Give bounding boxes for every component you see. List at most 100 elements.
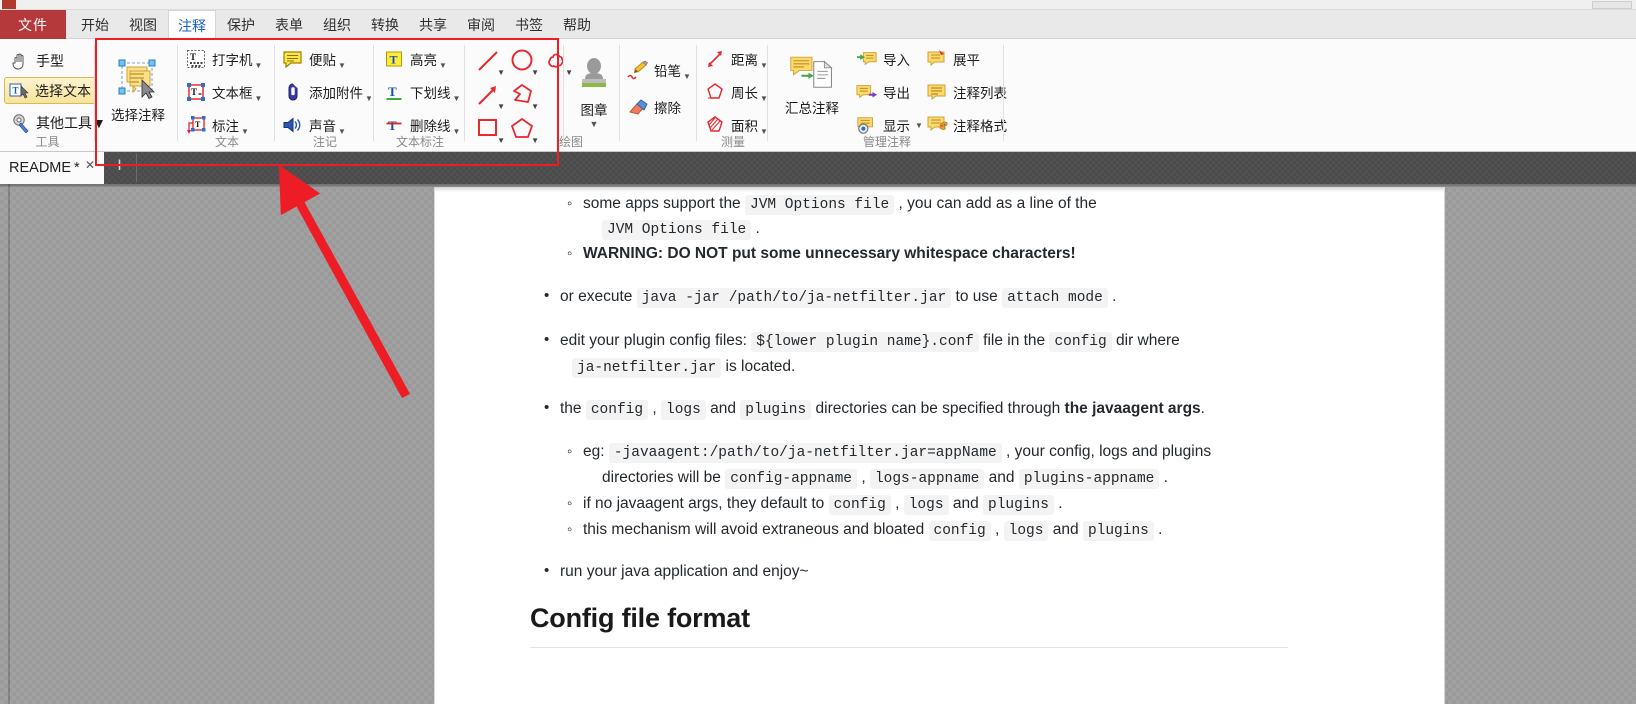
chevron-down-icon[interactable]: ▼ [497,68,505,77]
button-sticky-note[interactable]: 便贴 ▼ [282,46,346,72]
group-separator [563,45,564,141]
inline-code: -javaagent:/path/to/ja-netfilter.jar=app… [608,443,1002,463]
text-run: , your config, logs and plugins [1001,443,1212,460]
tab-10[interactable]: 帮助 [554,10,600,39]
tab-5[interactable]: 组织 [314,10,360,39]
shape-cloud[interactable]: ▼ [542,47,573,77]
button-textbox-label: 文本框 [212,86,253,101]
button-perimeter[interactable]: 周长 ▼ [704,79,768,105]
shape-polyline[interactable]: ▼ [508,81,539,111]
button-export[interactable]: 导出 [856,79,910,105]
text-run: . [1159,469,1168,486]
chevron-down-icon[interactable]: ▼ [497,136,505,145]
chevron-down-icon[interactable]: ▼ [453,94,461,105]
tool-select-text[interactable]: T 选择文本 [4,77,96,104]
document-tab-readme-label: README [9,160,72,176]
highlight-icon: T [383,48,405,70]
ribbon-group-pencil: 铅笔 ▼ 擦除 [621,39,697,152]
chevron-down-icon[interactable]: ▼ [531,68,539,77]
text-run: , you can add as a line of the [894,195,1097,212]
list-bullet [544,332,549,348]
tab-0[interactable]: 开始 [72,10,118,39]
tool-select-text-label: 选择文本 [35,82,91,99]
button-pencil[interactable]: 铅笔 ▼ [627,57,691,83]
button-underline[interactable]: T 下划线 ▼ [383,79,460,105]
button-highlight[interactable]: T 高亮 ▼ [383,46,447,72]
section-heading: Config file format [530,603,750,633]
document-tab-readme[interactable]: README * ✕ [0,152,104,184]
shape-arrow[interactable]: ▼ [474,81,505,111]
new-tab-button[interactable]: + [110,155,129,178]
shape-rectangle[interactable]: ▼ [474,115,505,145]
text-run: , [990,521,1004,538]
viewer-left-gutter [8,184,10,704]
tool-hand[interactable]: 手型 [6,47,68,74]
tab-file[interactable]: 文件 [0,10,66,39]
pdf-page[interactable]: some apps support the JVM Options file ,… [435,188,1444,704]
shape-line[interactable]: ▼ [474,47,505,77]
text-run: the [560,400,586,417]
group-separator [767,45,768,141]
eraser-icon [627,96,649,118]
chevron-down-icon[interactable]: ▼ [365,94,373,105]
button-eraser[interactable]: 擦除 [627,94,681,120]
tab-9[interactable]: 书签 [506,10,552,39]
chevron-down-icon[interactable]: ▼ [255,94,263,105]
button-flatten[interactable]: 展平 [926,46,980,72]
list-bullet [567,496,572,512]
close-icon[interactable]: ✕ [85,159,96,171]
button-export-label: 导出 [883,86,910,101]
chevron-down-icon[interactable]: ▼ [497,102,505,111]
button-typewriter[interactable]: T 打字机 ▼ [185,46,262,72]
chevron-down-icon[interactable]: ▼ [255,61,263,72]
svg-text:T: T [195,120,201,129]
tab-1[interactable]: 视图 [120,10,166,39]
inline-code: config [828,495,891,515]
distance-icon [704,48,726,70]
tab-6[interactable]: 转换 [362,10,408,39]
text-run: to use [951,288,1003,305]
tool-other-tools-label: 其他工具 [36,114,92,131]
button-select-annotation[interactable]: 选择注释 [106,56,170,124]
group-separator [177,45,178,141]
button-distance[interactable]: 距离 ▼ [704,46,768,72]
button-textbox[interactable]: T 文本框 ▼ [185,79,262,105]
group-separator [1003,45,1004,141]
other-tools-icon [10,112,32,134]
annotation-list-icon [926,81,948,103]
tab-2[interactable]: 注释 [168,10,216,40]
pdf-viewer-canvas[interactable]: some apps support the JVM Options file ,… [0,184,1636,704]
tab-3[interactable]: 保护 [218,10,264,39]
chevron-down-icon[interactable]: ▼ [683,72,691,83]
button-underline-label: 下划线 [410,86,451,101]
button-attachment[interactable]: 添加附件 ▼ [282,79,373,105]
text-run: , [890,495,904,512]
chevron-down-icon[interactable]: ▼ [338,61,346,72]
ribbon-group-manage-annotations-label: 管理注释 [862,135,911,149]
button-callout-label: 标注 [212,119,239,134]
button-perimeter-label: 周长 [731,86,758,101]
chevron-down-icon[interactable]: ▼ [915,121,923,130]
tab-4[interactable]: 表单 [266,10,312,39]
svg-text:T: T [388,118,397,133]
button-import[interactable]: 导入 [856,46,910,72]
doc-line: directories will be config-appname , log… [602,469,1168,489]
tab-8[interactable]: 审阅 [458,10,504,39]
button-annotation-list[interactable]: 注释列表 [926,79,1007,105]
text-run: . [751,220,760,237]
chevron-down-icon[interactable]: ▼ [439,61,447,72]
button-stamp[interactable]: 图章 ▼ [570,53,618,129]
textbox-icon: T [185,81,207,103]
inline-code: config [585,400,649,420]
svg-text:T: T [13,85,19,95]
button-summarize-annotations[interactable]: 汇总注释 [776,51,848,117]
chevron-down-icon[interactable]: ▼ [531,102,539,111]
button-show-label: 显示 [883,119,910,134]
chevron-down-icon[interactable]: ▼ [590,120,599,129]
sticky-note-icon [282,48,304,70]
shape-circle[interactable]: ▼ [508,47,539,77]
group-separator [464,45,465,141]
window-controls[interactable] [1592,1,1632,9]
tab-7[interactable]: 共享 [410,10,456,39]
inline-code: JVM Options file [602,220,752,240]
